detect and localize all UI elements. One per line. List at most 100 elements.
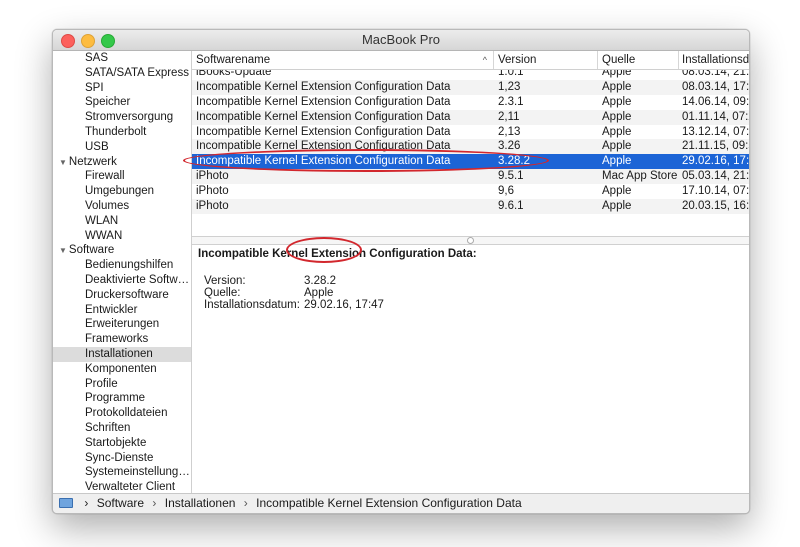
detail-title: Incompatible Kernel Extension Configurat… [198,248,477,260]
column-label: Installationsda [682,54,750,66]
sidebar-item-startobjekte[interactable]: Startobjekte [53,436,191,451]
sidebar-item-stromversorgung[interactable]: Stromversorgung [53,110,191,125]
sidebar-item-systemeinstellungen[interactable]: Systemeinstellungen [53,465,191,480]
sidebar-item-bedienungshilfen[interactable]: Bedienungshilfen [53,258,191,273]
sidebar-item-label: Profile [85,377,118,390]
table-cell-name: Incompatible Kernel Extension Configurat… [196,110,451,123]
sidebar-item-druckersoftware[interactable]: Druckersoftware [53,288,191,303]
table-row[interactable]: Incompatible Kernel Extension Configurat… [192,95,749,110]
table-row[interactable]: iPhoto 9.5.1 Mac App Store 05.03.14, 21:5 [192,169,749,185]
sidebar-item-profile[interactable]: Profile [53,377,191,392]
sidebar-item-label: Protokolldateien [85,407,168,420]
sidebar-item-verwalteter-client[interactable]: Verwalteter Client [53,480,191,493]
close-button[interactable] [61,34,75,48]
table-row[interactable]: Incompatible Kernel Extension Configurat… [192,139,749,155]
table-cell-date: 21.11.15, 09:5 [682,140,749,153]
sidebar-item-speicher[interactable]: Speicher [53,95,191,110]
table-row[interactable]: Incompatible Kernel Extension Configurat… [192,125,749,140]
sidebar-item-label: SPI [85,81,104,94]
table-cell-source: Apple [602,185,632,198]
sidebar-item-usb[interactable]: USB [53,140,191,155]
sidebar-item-sas[interactable]: SAS [53,51,191,66]
sidebar-item-label: SATA/SATA Express [85,66,189,79]
divider-handle-icon[interactable] [467,237,474,244]
sidebar-item-erweiterungen[interactable]: Erweiterungen [53,317,191,332]
sidebar-item-label: Schriften [85,421,131,434]
column-header-softwarename[interactable]: Softwarename ^ [192,51,494,69]
path-bar: › Software › Installationen › Incompatib… [53,493,749,513]
table-cell-version: 9.5.1 [498,170,524,183]
table-row[interactable]: iBooks-Update 1.0.1 Apple 08.03.14, 21:4 [192,70,749,80]
path-separator: › [84,496,89,510]
sidebar-item-label: SAS [85,52,109,64]
column-label: Softwarename [196,54,271,66]
sidebar-item-wwan[interactable]: WWAN [53,229,191,244]
table-row[interactable]: iPhoto 9.6.1 Apple 20.03.15, 16:3 [192,199,749,214]
sidebar[interactable]: SAS SATA/SATA Express SPI Speicher Stromvers… [53,51,192,493]
table-cell-date: 01.11.14, 07:2 [682,110,749,123]
sidebar-item-entwickler[interactable]: Entwickler [53,303,191,318]
table-cell-date: 29.02.16, 17:4 [682,155,749,168]
path-separator: › [243,496,248,510]
sidebar-item-label: USB [85,140,109,153]
table-row[interactable]: Incompatible Kernel Extension Configurat… [192,79,749,95]
path-segment-software[interactable]: Software [97,496,144,510]
minimize-button[interactable] [81,34,95,48]
sidebar-item-volumes[interactable]: Volumes [53,199,191,214]
sidebar-item-thunderbolt[interactable]: Thunderbolt [53,125,191,140]
sidebar-item-deaktivierte-softw[interactable]: Deaktivierte Softw… [53,273,191,288]
sidebar-item-wlan[interactable]: WLAN [53,214,191,229]
table-row[interactable]: iPhoto 9,6 Apple 17.10.14, 07:0 [192,184,749,199]
table-cell-name: iPhoto [196,185,229,198]
zoom-button[interactable] [101,34,115,48]
sidebar-item-schriften[interactable]: Schriften [53,421,191,436]
table-row-selected[interactable]: Incompatible Kernel Extension Configurat… [192,154,749,170]
detail-value: 29.02.16, 17:47 [304,299,384,311]
table-cell-source: Apple [602,155,632,168]
sidebar-item-spi[interactable]: SPI [53,81,191,96]
detail-key: Version: [204,275,246,287]
sidebar-item-frameworks[interactable]: Frameworks [53,332,191,347]
sidebar-item-label: WWAN [85,229,123,242]
sidebar-item-umgebungen[interactable]: Umgebungen [53,184,191,199]
sidebar-item-programme[interactable]: Programme [53,391,191,406]
table-cell-name: iBooks-Update [196,70,272,78]
disclosure-triangle-icon[interactable]: ▼ [59,158,67,167]
sidebar-item-label: Systemeinstellungen [85,466,191,479]
table-cell-date: 17.10.14, 07:0 [682,185,749,198]
table-header: Softwarename ^ Version Quelle Installati… [192,51,749,70]
table-row[interactable]: Incompatible Kernel Extension Configurat… [192,109,749,125]
title-bar[interactable]: MacBook Pro [53,30,749,51]
sidebar-item-label: Firewall [85,170,125,183]
sidebar-item-label: Entwickler [85,303,138,316]
sidebar-item-label: Frameworks [85,333,149,346]
sidebar-item-protokolldateien[interactable]: Protokolldateien [53,406,191,421]
sidebar-item-netzwerk[interactable]: ▼ Netzwerk [53,155,191,170]
sidebar-item-sata-sata-express[interactable]: SATA/SATA Express [53,66,191,81]
path-segment-item[interactable]: Incompatible Kernel Extension Configurat… [256,496,522,510]
table-cell-date: 08.03.14, 17:0 [682,80,749,93]
table-cell-version: 1.0.1 [498,70,524,78]
table-cell-date: 08.03.14, 21:4 [682,70,749,78]
column-header-quelle[interactable]: Quelle [598,51,679,69]
sidebar-item-sync-dienste[interactable]: Sync-Dienste [53,451,191,466]
table-cell-name: Incompatible Kernel Extension Configurat… [196,125,451,138]
table-cell-source: Apple [602,110,632,123]
column-header-installationsdatum[interactable]: Installationsda [678,51,750,69]
sidebar-item-komponenten[interactable]: Komponenten [53,362,191,377]
table-cell-version: 2,11 [498,110,520,123]
table-cell-date: 05.03.14, 21:5 [682,170,749,183]
installations-table[interactable]: iBooks-Update 1.0.1 Apple 08.03.14, 21:4 Inc… [192,70,749,236]
sidebar-item-firewall[interactable]: Firewall [53,169,191,184]
disclosure-triangle-icon[interactable]: ▼ [59,246,67,255]
path-segment-installationen[interactable]: Installationen [165,496,236,510]
column-header-version[interactable]: Version [494,51,598,69]
table-cell-date: 20.03.15, 16:3 [682,200,749,213]
table-cell-name: Incompatible Kernel Extension Configurat… [196,140,451,153]
sidebar-item-label: Druckersoftware [85,288,169,301]
sidebar-item-installationen[interactable]: Installationen [53,346,191,362]
column-label: Quelle [602,54,636,66]
computer-icon [59,497,73,508]
sidebar-item-software[interactable]: ▼ Software [53,243,191,258]
table-cell-source: Mac App Store [602,170,678,183]
